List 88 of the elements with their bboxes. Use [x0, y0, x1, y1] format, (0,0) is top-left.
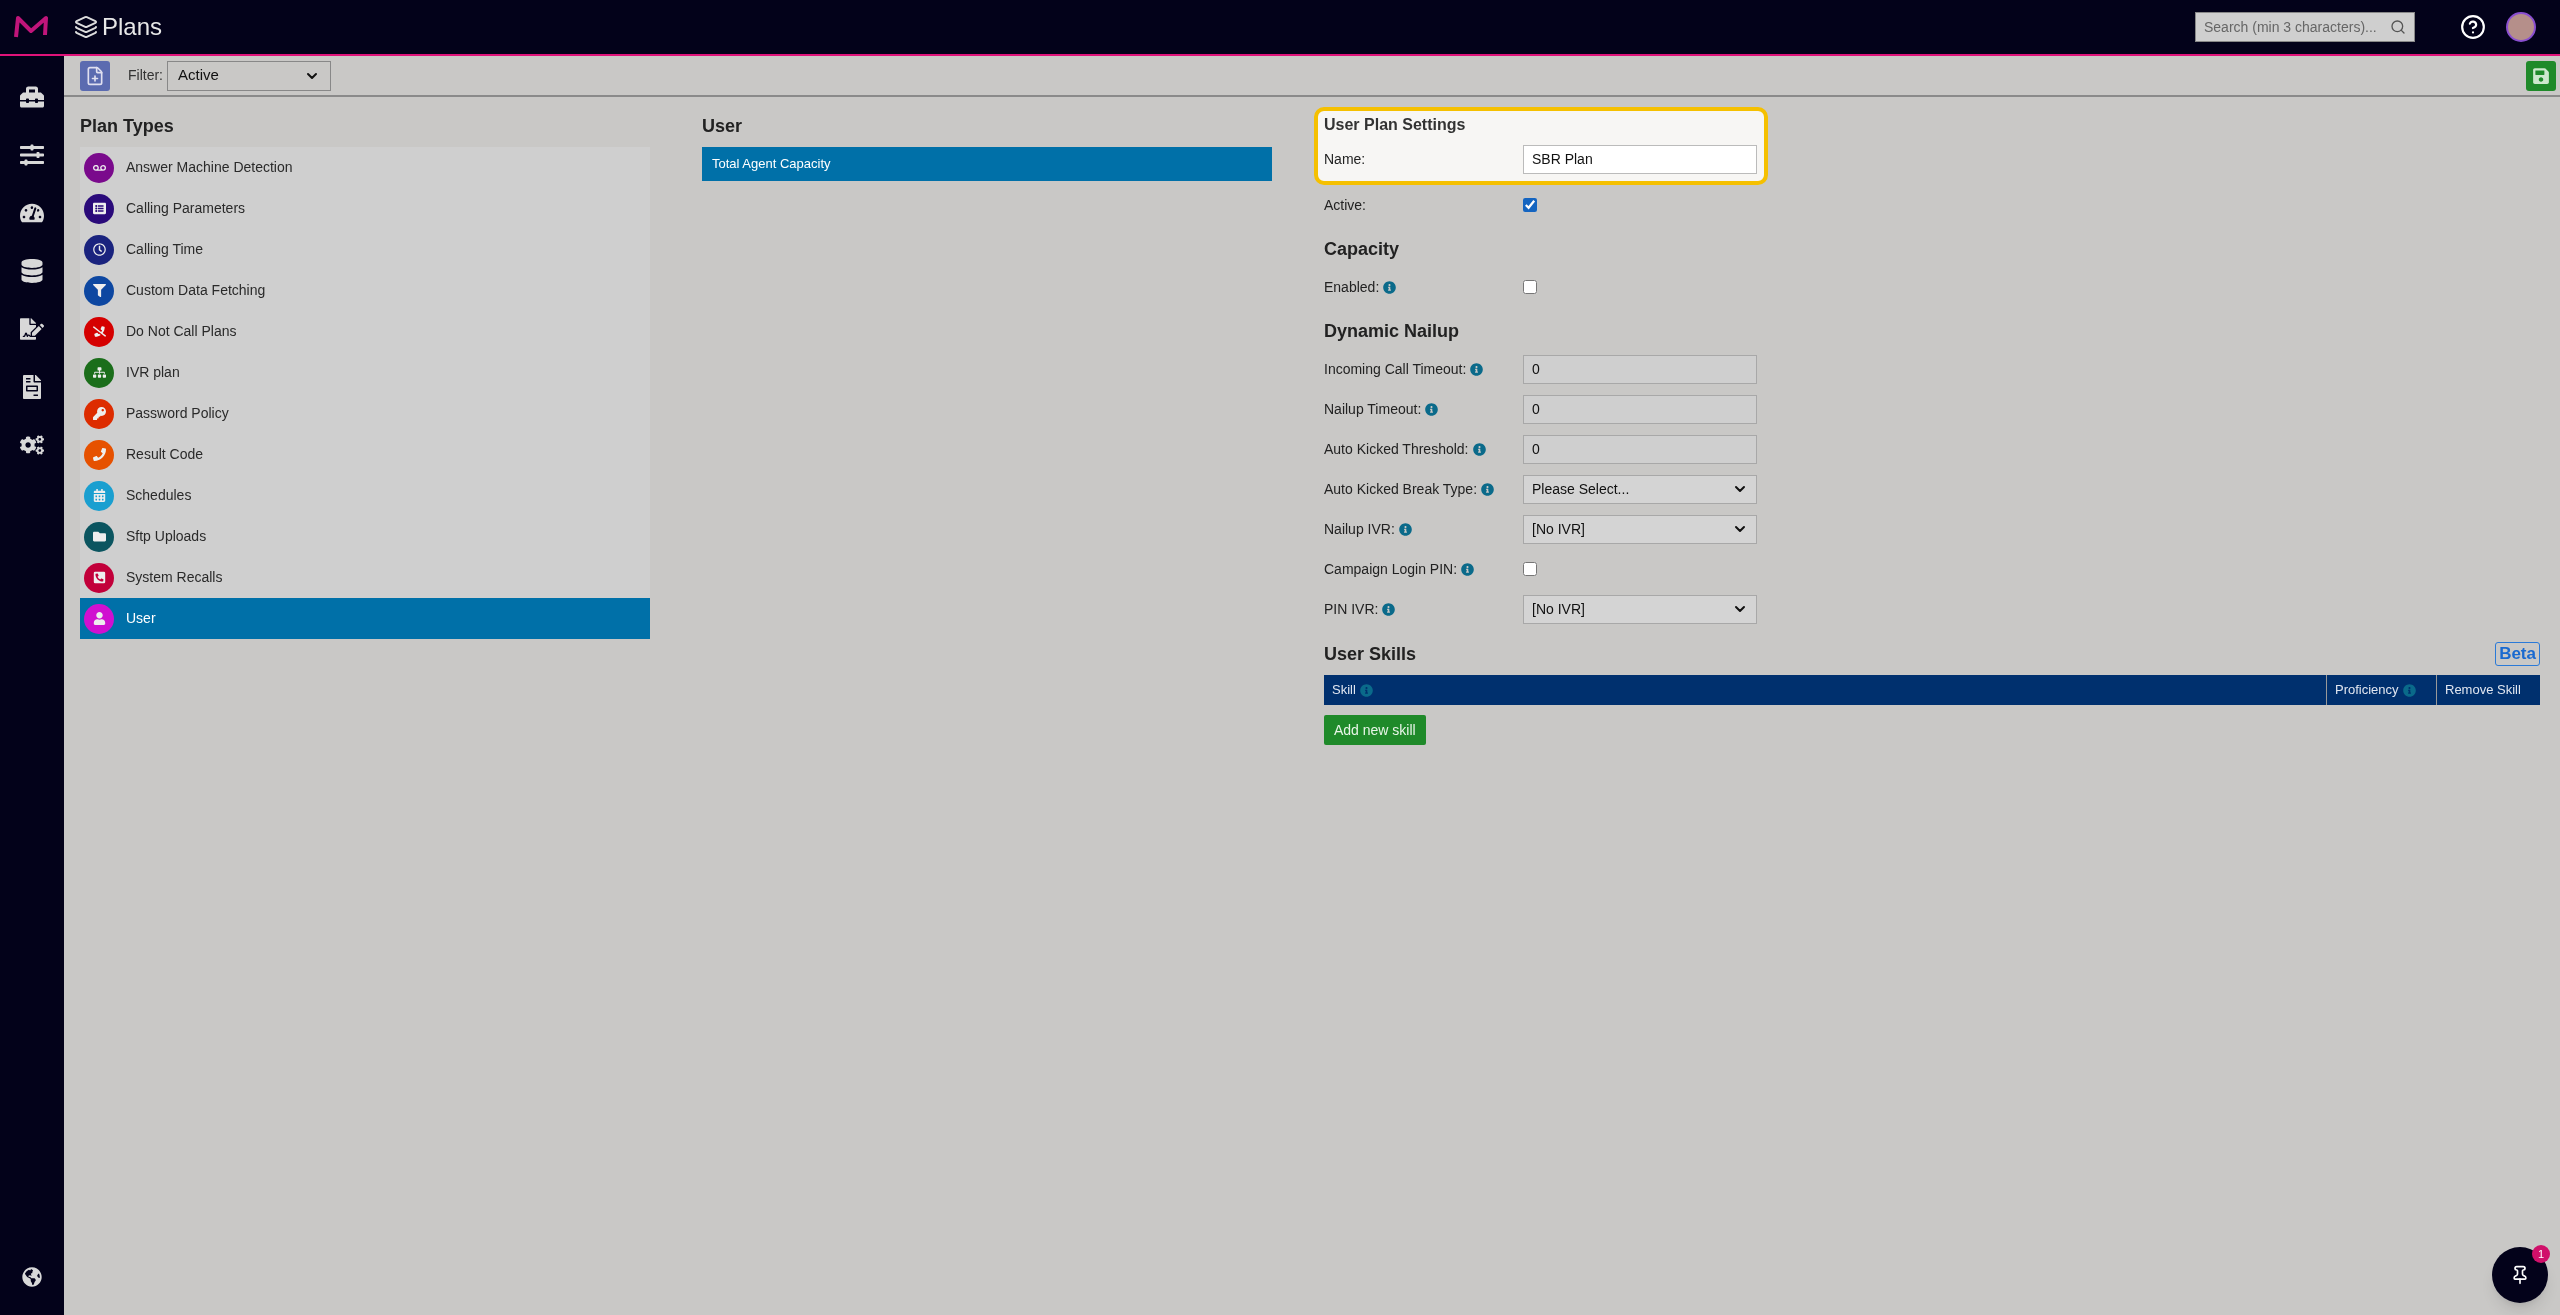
filter-dropdown[interactable]: Active [167, 60, 331, 91]
field-label: PIN IVR: [1324, 599, 1379, 619]
column-header: Proficiency [2335, 681, 2399, 700]
info-icon [1481, 482, 1495, 496]
filter-label: Filter: [128, 66, 163, 85]
input-field[interactable]: 0 [1523, 354, 1757, 384]
input-field[interactable]: 0 [1523, 394, 1757, 424]
info-icon [1359, 683, 1373, 697]
dropdown[interactable]: [No IVR] [1523, 514, 1757, 544]
report-icon[interactable] [20, 375, 44, 399]
plan-type-item[interactable]: Answer Machine Detection [80, 147, 650, 188]
settings-icon[interactable] [20, 433, 44, 457]
checkbox[interactable] [1523, 280, 1537, 294]
database-icon[interactable] [20, 259, 44, 283]
field-label: Active: [1324, 195, 1366, 215]
info-icon [1472, 442, 1486, 456]
page-title: Plans [102, 12, 163, 42]
info-icon [2402, 683, 2416, 697]
section-heading: User Skills [1324, 642, 1417, 666]
alarm-clock-icon [92, 243, 106, 256]
section-heading: User [702, 115, 744, 138]
plan-type-item[interactable]: Sftp Uploads [80, 516, 650, 557]
field-label: Name: [1324, 149, 1367, 169]
checkbox[interactable] [1523, 562, 1537, 576]
user-icon [92, 612, 106, 625]
field-label: Nailup IVR: [1324, 519, 1395, 539]
name-input[interactable]: SBR Plan [1523, 144, 1757, 174]
plan-type-item[interactable]: System Recalls [80, 557, 650, 598]
info-icon [1425, 402, 1439, 416]
plan-type-item[interactable]: Calling Parameters [80, 188, 650, 229]
sitemap-icon [92, 366, 106, 379]
plan-list-item[interactable]: Total Agent Capacity [702, 147, 1272, 181]
section-heading: Dynamic Nailup [1324, 319, 1461, 343]
dropdown[interactable]: Please Select... [1523, 474, 1757, 504]
section-heading: User Plan Settings [1324, 115, 1467, 135]
globe-icon[interactable] [22, 1267, 42, 1287]
plan-type-item[interactable]: Result Code [80, 434, 650, 475]
search-icon [2390, 19, 2406, 35]
funnel-icon [92, 284, 106, 297]
form-icon [92, 202, 106, 215]
plan-type-item[interactable]: Calling Time [80, 229, 650, 270]
plan-type-item[interactable]: User [80, 598, 650, 639]
input-field[interactable]: 0 [1523, 434, 1757, 464]
search-field[interactable]: Search (min 3 characters)... [2195, 12, 2415, 42]
field-label: Incoming Call Timeout: [1324, 359, 1467, 379]
info-icon [1470, 362, 1484, 376]
column-header: Skill [1332, 681, 1356, 700]
field-label: Campaign Login PIN: [1324, 559, 1458, 579]
document-icon[interactable] [20, 317, 44, 341]
toolbox-icon[interactable] [20, 85, 44, 109]
new-plan-button[interactable] [80, 60, 110, 91]
logo-icon [14, 15, 48, 39]
notification-badge: 1 [2532, 1245, 2550, 1263]
save-button[interactable] [2526, 60, 2556, 91]
dropdown[interactable]: [No IVR] [1523, 594, 1757, 624]
avatar[interactable] [2506, 12, 2536, 42]
info-icon [1383, 280, 1397, 294]
checkbox[interactable] [1523, 198, 1537, 212]
field-label: Nailup Timeout: [1324, 399, 1422, 419]
plan-type-item[interactable]: IVR plan [80, 352, 650, 393]
help-icon[interactable] [2460, 14, 2486, 40]
sliders-icon[interactable] [20, 143, 44, 167]
section-heading: Plan Types [80, 115, 175, 138]
field-label: Auto Kicked Threshold: [1324, 439, 1469, 459]
info-icon [1461, 562, 1475, 576]
field-label: Auto Kicked Break Type: [1324, 479, 1478, 499]
add-skill-button[interactable]: Add new skill [1324, 715, 1426, 745]
plan-type-item[interactable]: Password Policy [80, 393, 650, 434]
key-icon [92, 407, 106, 420]
folder-icon [92, 530, 106, 543]
phone-icon [92, 448, 106, 461]
field-label: Enabled: [1324, 277, 1380, 297]
beta-badge: Beta [2495, 642, 2540, 666]
calendar-icon [92, 489, 106, 502]
phone-slash-icon [92, 325, 106, 338]
file-plus-icon [85, 65, 105, 86]
gauge-icon[interactable] [20, 201, 44, 225]
layers-icon [74, 15, 98, 39]
plan-type-item[interactable]: Do Not Call Plans [80, 311, 650, 352]
pin-button[interactable] [2492, 1247, 2548, 1303]
plan-type-item[interactable]: Schedules [80, 475, 650, 516]
phone-icon [92, 571, 106, 584]
plan-type-item[interactable]: Custom Data Fetching [80, 270, 650, 311]
info-icon [1398, 522, 1412, 536]
info-icon [1382, 602, 1396, 616]
section-heading: Capacity [1324, 237, 1401, 261]
pin-icon [2510, 1265, 2530, 1285]
column-header: Remove Skill [2445, 681, 2521, 700]
